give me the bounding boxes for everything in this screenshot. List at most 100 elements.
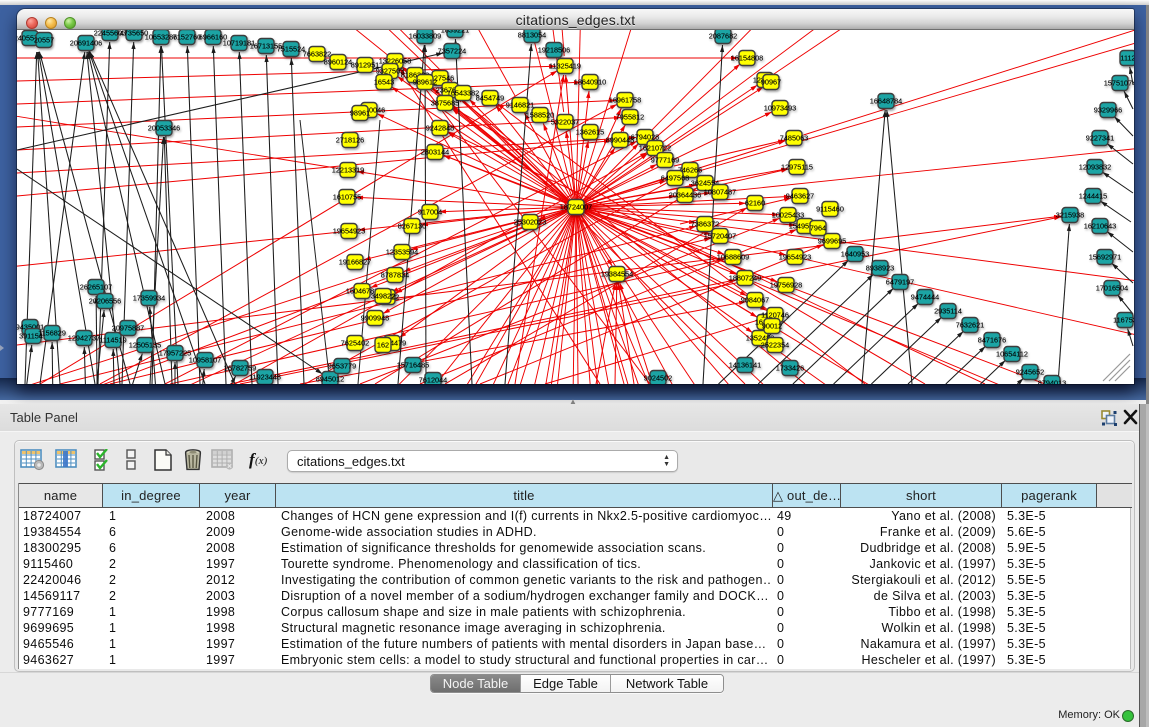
svg-text:19166827: 19166827	[339, 258, 371, 267]
svg-text:16961758: 16961758	[609, 96, 641, 105]
svg-text:16033809: 16033809	[409, 32, 441, 41]
svg-text:9699695: 9699695	[818, 237, 846, 246]
svg-text:19756928: 19756928	[770, 281, 802, 290]
svg-text:10688609: 10688609	[717, 253, 749, 262]
svg-text:2935114: 2935114	[934, 307, 962, 316]
svg-text:8938923: 8938923	[866, 264, 894, 273]
svg-text:26265107: 26265107	[80, 283, 112, 292]
svg-text:90967: 90967	[761, 78, 781, 87]
svg-text:12093832: 12093832	[1079, 163, 1111, 172]
svg-text:1610755: 1610755	[333, 193, 361, 202]
svg-text:9909948: 9909948	[361, 314, 389, 323]
svg-text:7955812: 7955812	[616, 113, 644, 122]
svg-text:8267130: 8267130	[398, 222, 426, 231]
svg-text:16782759: 16782759	[224, 364, 256, 373]
svg-text:12505135: 12505135	[129, 341, 161, 350]
svg-text:2522354: 2522354	[761, 341, 789, 350]
svg-text:7515524: 7515524	[277, 45, 305, 54]
svg-text:917004: 917004	[418, 208, 442, 217]
svg-text:7964: 7964	[810, 224, 826, 233]
svg-text:14136141: 14136141	[729, 361, 761, 370]
svg-text:15720407: 15720407	[704, 232, 736, 241]
svg-text:8454749: 8454749	[476, 94, 504, 103]
svg-text:16648784: 16648784	[870, 97, 902, 106]
svg-text:1114519: 1114519	[99, 336, 126, 345]
svg-text:18807249: 18807249	[729, 274, 761, 283]
svg-text:12975115: 12975115	[781, 163, 813, 172]
svg-text:2803144: 2803144	[421, 148, 449, 157]
svg-text:7612044: 7612044	[419, 376, 447, 384]
svg-text:10973493: 10973493	[764, 104, 796, 113]
svg-text:17957225: 17957225	[159, 349, 191, 358]
svg-text:8794013: 8794013	[1038, 379, 1066, 384]
svg-text:9115460: 9115460	[816, 205, 844, 214]
svg-text:10807487: 10807487	[704, 188, 736, 197]
svg-text:9329966: 9329966	[1094, 106, 1122, 115]
svg-text:10958107: 10958107	[189, 356, 221, 365]
svg-text:9242848: 9242848	[426, 124, 454, 133]
svg-text:8912951: 8912951	[351, 61, 379, 70]
svg-text:9227341: 9227341	[1086, 134, 1114, 143]
svg-text:18724007: 18724007	[560, 203, 592, 212]
svg-text:7485063: 7485063	[780, 134, 808, 143]
svg-text:1733426: 1733426	[776, 364, 804, 373]
svg-text:12213319: 12213319	[332, 166, 364, 175]
svg-text:19384554: 19384554	[601, 270, 633, 279]
svg-text:2718126: 2718126	[336, 136, 364, 145]
svg-text:8945012: 8945012	[316, 375, 344, 384]
svg-text:9024502: 9024502	[644, 374, 672, 383]
svg-text:20053346: 20053346	[148, 124, 180, 133]
svg-text:116753: 116753	[1113, 316, 1134, 325]
svg-text:1244415: 1244415	[1079, 192, 1107, 201]
svg-text:9463627: 9463627	[786, 192, 814, 201]
svg-text:19218506: 19218506	[538, 46, 570, 55]
svg-text:7625402: 7625402	[341, 339, 369, 348]
svg-text:16543: 16543	[374, 78, 394, 87]
svg-text:9474444: 9474444	[911, 293, 939, 302]
svg-text:349822: 349822	[371, 292, 395, 301]
svg-text:1156829: 1156829	[38, 329, 66, 338]
svg-text:62160: 62160	[745, 199, 765, 208]
svg-text:20691406: 20691406	[70, 39, 102, 48]
svg-text:1640953: 1640953	[841, 250, 869, 259]
svg-text:6497568: 6497568	[661, 174, 689, 183]
svg-text:9245652: 9245652	[1016, 368, 1044, 377]
svg-text:20557: 20557	[34, 36, 54, 45]
svg-text:9146821: 9146821	[506, 101, 534, 110]
svg-text:3875685: 3875685	[431, 99, 459, 108]
svg-text:18640910: 18640910	[574, 78, 606, 87]
svg-text:15751074: 15751074	[1104, 79, 1134, 88]
svg-text:8471676: 8471676	[978, 336, 1006, 345]
svg-text:16210643: 16210643	[1084, 222, 1116, 231]
svg-text:20975887: 20975887	[112, 324, 144, 333]
svg-text:15716485: 15716485	[397, 361, 429, 370]
svg-text:12353594: 12353594	[386, 248, 418, 257]
svg-text:25302023: 25302023	[514, 218, 546, 227]
svg-text:9777169: 9777169	[651, 156, 679, 165]
svg-text:15692971: 15692971	[1089, 253, 1121, 262]
svg-text:17359934: 17359934	[133, 294, 165, 303]
svg-text:90012: 90012	[762, 322, 782, 331]
svg-text:7152760: 7152760	[173, 33, 201, 42]
svg-text:989612: 989612	[413, 78, 437, 87]
svg-text:1362615: 1362615	[576, 128, 604, 137]
svg-text:8813054: 8813054	[518, 31, 546, 40]
svg-text:2087682: 2087682	[709, 32, 737, 41]
svg-text:11923448: 11923448	[249, 373, 281, 382]
svg-text:5322037: 5322037	[551, 118, 579, 127]
svg-text:7632621: 7632621	[956, 321, 984, 330]
svg-text:16154808: 16154808	[731, 54, 763, 63]
svg-text:(x): (x)	[255, 455, 268, 467]
svg-text:10654112: 10654112	[996, 350, 1028, 359]
svg-text:9084067: 9084067	[741, 296, 769, 305]
svg-text:8960124: 8960124	[324, 58, 352, 67]
svg-text:19654923: 19654923	[333, 227, 365, 236]
svg-text:20364436: 20364436	[669, 191, 701, 200]
svg-text:6479197: 6479197	[886, 278, 914, 287]
svg-text:17016504: 17016504	[1096, 284, 1128, 293]
svg-text:12942737: 12942737	[68, 334, 100, 343]
svg-text:16210722: 16210722	[639, 144, 671, 153]
svg-text:1112: 1112	[1120, 54, 1134, 63]
svg-text:8787834: 8787834	[381, 271, 409, 280]
svg-text:98961: 98961	[350, 109, 370, 118]
